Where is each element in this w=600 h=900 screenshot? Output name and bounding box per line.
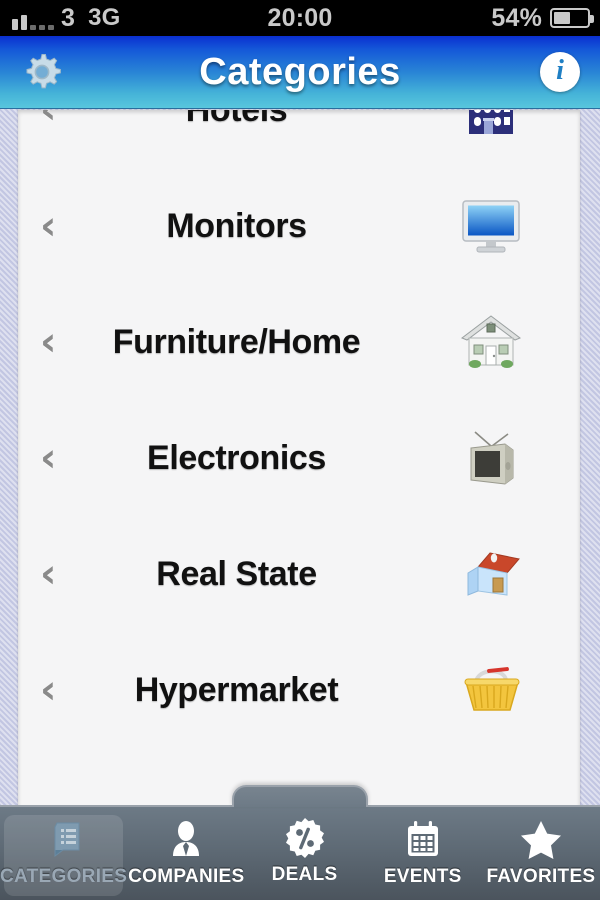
page-title: Categories xyxy=(199,50,401,93)
list-item[interactable]: ‹ Monitors xyxy=(18,168,580,284)
list-item[interactable]: ‹ Real State xyxy=(18,516,580,632)
list-item-label: Monitors xyxy=(166,206,307,245)
star-icon xyxy=(519,814,563,860)
battery-icon xyxy=(550,8,594,28)
television-icon xyxy=(458,425,524,491)
tab-label: FAVORITES xyxy=(486,866,596,887)
tab-label: EVENTS xyxy=(383,866,462,887)
deals-tab-hump xyxy=(232,785,368,807)
percent-badge-icon xyxy=(283,814,327,860)
list-item-label: Real State xyxy=(156,554,317,593)
home-red-roof-icon xyxy=(458,541,524,607)
category-list-panel[interactable]: ‹ Hotels xyxy=(18,110,580,810)
tab-label: COMPANIES xyxy=(128,866,245,887)
info-icon[interactable]: i xyxy=(540,52,580,92)
list-item-label: Hotels xyxy=(18,110,455,130)
battery-percent-label: 54% xyxy=(491,3,542,32)
gear-icon[interactable] xyxy=(20,50,64,94)
list-item[interactable]: ‹ Hotels xyxy=(18,110,580,168)
tab-deals[interactable]: DEALS xyxy=(245,807,363,900)
calendar-icon xyxy=(402,814,444,860)
tab-events[interactable]: EVENTS xyxy=(364,807,482,900)
navigation-bar: Categories i xyxy=(0,36,600,109)
tab-favorites[interactable]: FAVORITES xyxy=(482,807,600,900)
house-icon xyxy=(458,309,524,375)
list-item-label: Electronics xyxy=(147,438,326,477)
list-item[interactable]: ‹ Furniture/Home xyxy=(18,284,580,400)
list-item-label: Hypermarket xyxy=(134,670,339,709)
status-bar: 3 3G 20:00 54% xyxy=(0,0,600,36)
tab-categories[interactable]: CATEGORIES xyxy=(0,807,127,900)
category-list: ‹ Hotels xyxy=(18,110,580,748)
list-item-label: Furniture/Home xyxy=(112,322,361,361)
tab-companies[interactable]: COMPANIES xyxy=(127,807,245,900)
hotel-building-icon xyxy=(458,110,524,143)
status-bar-right: 54% xyxy=(491,0,594,36)
tab-label: DEALS xyxy=(271,864,338,885)
list-document-icon xyxy=(43,814,85,860)
list-item[interactable]: ‹ Hypermarket xyxy=(18,632,580,748)
phone-screen: 3 3G 20:00 54% Categories i ‹ ‹ Monitors… xyxy=(0,0,600,900)
shopping-basket-icon xyxy=(458,657,524,723)
tab-bar: CATEGORIES COMPANIES DEALS EVENTS FAVORI… xyxy=(0,785,600,900)
list-item[interactable]: ‹ Electronics xyxy=(18,400,580,516)
businessperson-icon xyxy=(165,814,207,860)
computer-monitor-icon xyxy=(458,193,524,259)
tab-label: CATEGORIES xyxy=(0,866,128,887)
